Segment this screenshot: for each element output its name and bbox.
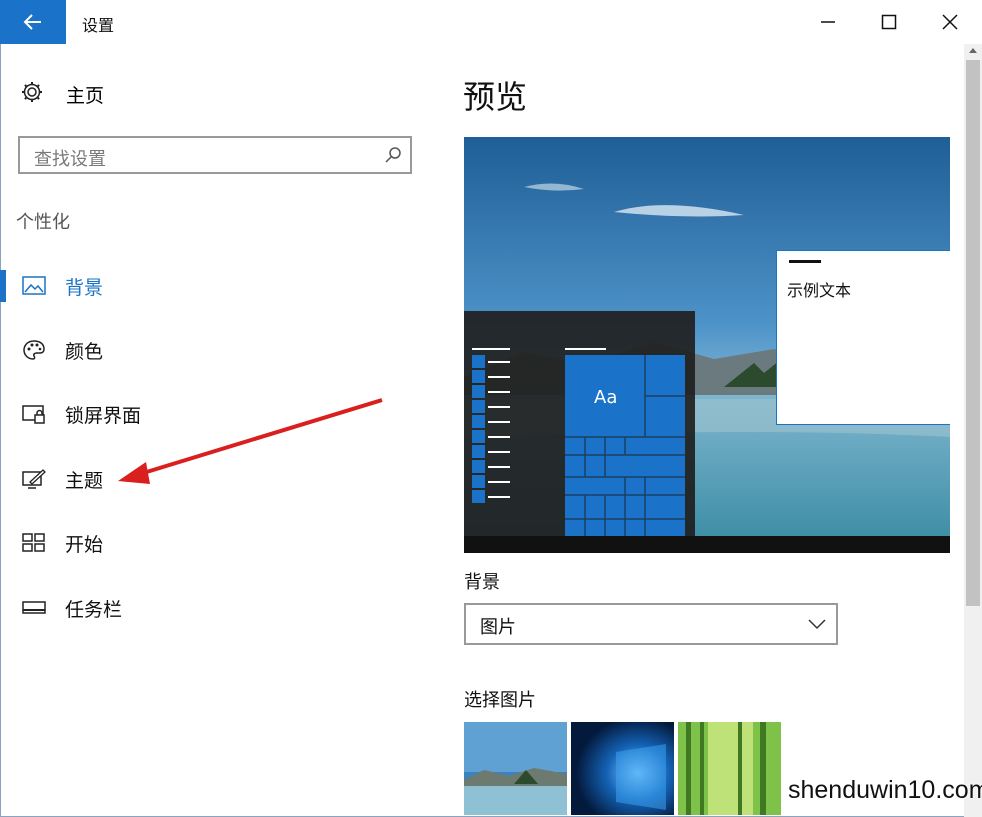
sidebar-item-label: 锁屏界面: [65, 405, 142, 427]
choose-picture-label: 选择图片: [464, 690, 536, 711]
active-indicator: [0, 270, 6, 302]
background-label: 背景: [464, 572, 500, 593]
search-placeholder: 查找设置: [34, 149, 106, 170]
title-bar: 设置: [0, 0, 982, 44]
sidebar-item-taskbar[interactable]: 任务栏: [0, 588, 420, 628]
sidebar-item-label: 背景: [65, 277, 104, 299]
preview-tile-label: Aa: [594, 387, 618, 408]
palette-icon: [23, 340, 45, 360]
theme-icon: [22, 469, 46, 489]
chevron-down-icon: [808, 619, 826, 630]
background-type-select[interactable]: 图片: [464, 603, 838, 645]
sidebar-item-label: 主题: [65, 470, 104, 492]
windows-thumbnail-image: [571, 722, 674, 815]
gear-icon: [22, 82, 42, 102]
sidebar-item-lock-screen[interactable]: 锁屏界面: [0, 394, 420, 434]
sidebar-item-label: 开始: [65, 534, 104, 556]
start-grid-icon: [22, 533, 45, 552]
sidebar-item-label: 任务栏: [65, 599, 123, 621]
window-title: 设置: [82, 16, 115, 35]
search-icon: [385, 147, 401, 163]
scrollbar-thumb[interactable]: [966, 60, 980, 606]
background-preview: Aa 示例文本: [464, 137, 950, 553]
lake-thumbnail-image: [464, 722, 567, 815]
nav-home-label: 主页: [66, 85, 105, 107]
close-button[interactable]: [920, 0, 980, 44]
background-type-value: 图片: [480, 617, 516, 638]
sample-window-titlebar: [789, 260, 821, 263]
sidebar-item-start[interactable]: 开始: [0, 523, 420, 563]
maximize-button[interactable]: [859, 0, 919, 44]
maximize-icon: [881, 14, 897, 30]
sidebar-item-themes[interactable]: 主题: [0, 459, 420, 499]
back-arrow-icon: [23, 14, 41, 30]
forest-thumbnail-image: [678, 722, 781, 815]
sidebar-item-label: 颜色: [65, 341, 104, 363]
watermark: shenduwin10.com: [788, 776, 982, 804]
taskbar-icon: [22, 601, 46, 614]
picture-thumbnail-lake[interactable]: [464, 722, 567, 815]
nav-home[interactable]: 主页: [20, 78, 220, 108]
minimize-button[interactable]: [798, 0, 858, 44]
search-settings-input[interactable]: 查找设置: [18, 136, 412, 174]
scroll-up-icon[interactable]: [968, 46, 978, 54]
minimize-icon: [821, 21, 835, 23]
preview-sample-window: 示例文本: [776, 250, 950, 425]
start-menu-tiles: [472, 348, 685, 537]
section-personalization: 个性化: [16, 212, 70, 233]
lock-screen-icon: [22, 405, 45, 424]
close-icon: [942, 14, 958, 30]
preview-start-menu: Aa: [464, 311, 695, 537]
picture-thumbnail-forest[interactable]: [678, 722, 781, 815]
back-button[interactable]: [0, 0, 66, 44]
picture-icon: [22, 276, 46, 295]
sidebar-item-colors[interactable]: 颜色: [0, 330, 420, 370]
sidebar-item-background[interactable]: 背景: [0, 266, 420, 306]
picture-thumbnail-windows[interactable]: [571, 722, 674, 815]
page-title: 预览: [463, 78, 528, 116]
preview-taskbar: [464, 536, 950, 553]
sample-text: 示例文本: [787, 281, 852, 300]
